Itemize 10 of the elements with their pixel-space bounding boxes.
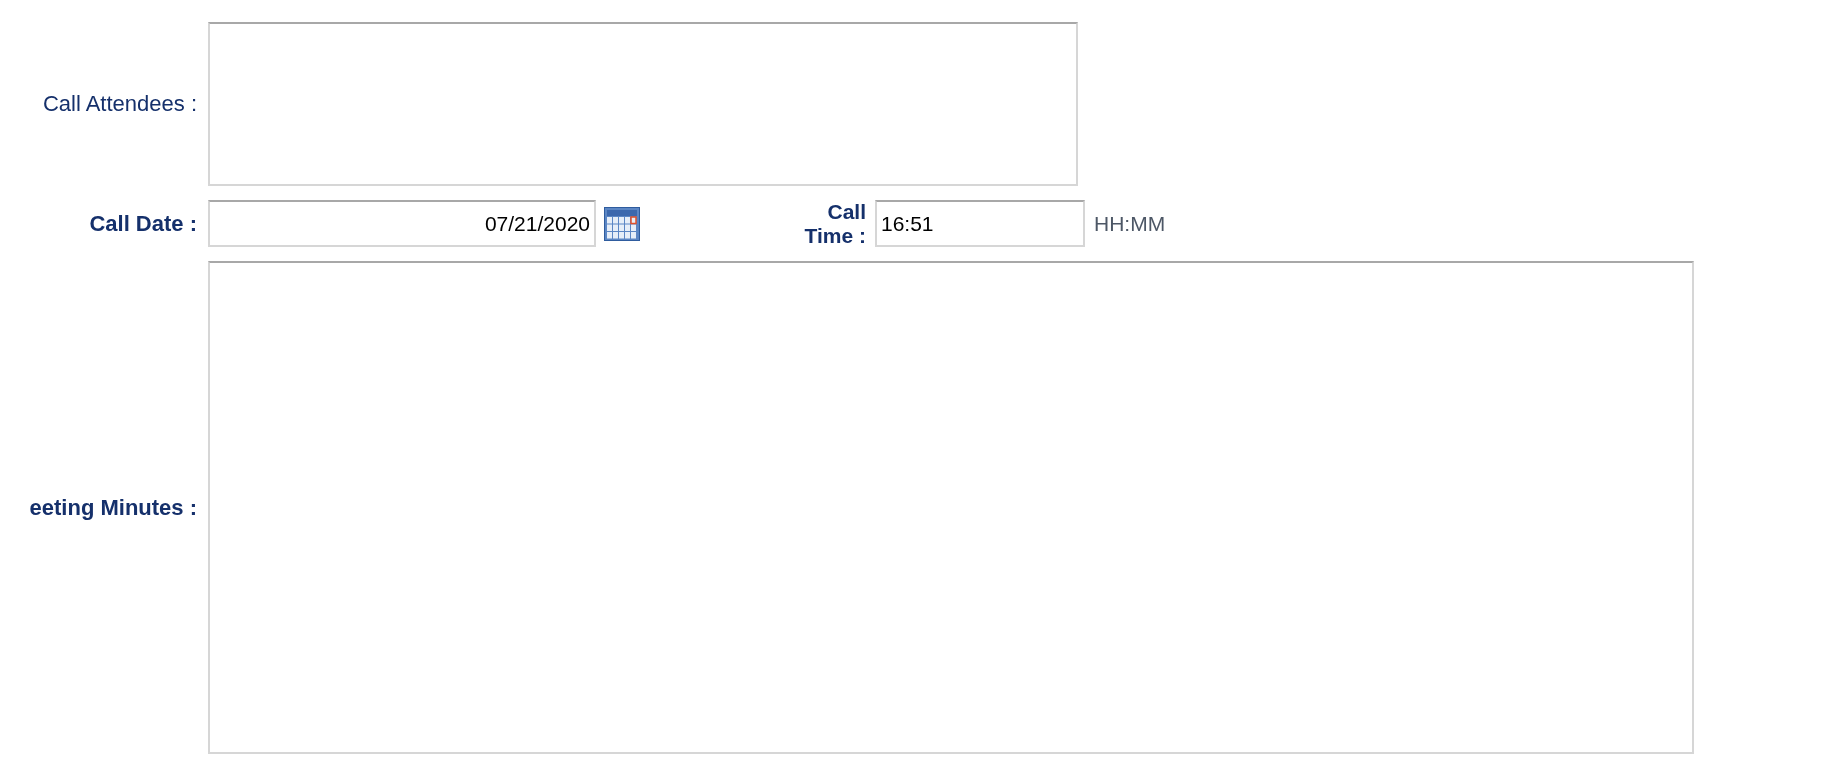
- calendar-icon[interactable]: [604, 206, 640, 241]
- field-label: Call Time :: [804, 200, 866, 248]
- time-field[interactable]: 16:51: [875, 200, 1085, 248]
- field-label: eeting Minutes :: [29, 494, 197, 521]
- field-label: Call Date :: [89, 210, 197, 237]
- field-label: Call Attendees :: [42, 91, 197, 117]
- text-area[interactable]: [208, 22, 1078, 186]
- format-hint: HH:MM: [1094, 211, 1166, 236]
- date-field[interactable]: 07/21/2020: [208, 200, 596, 248]
- text-area[interactable]: [208, 261, 1694, 755]
